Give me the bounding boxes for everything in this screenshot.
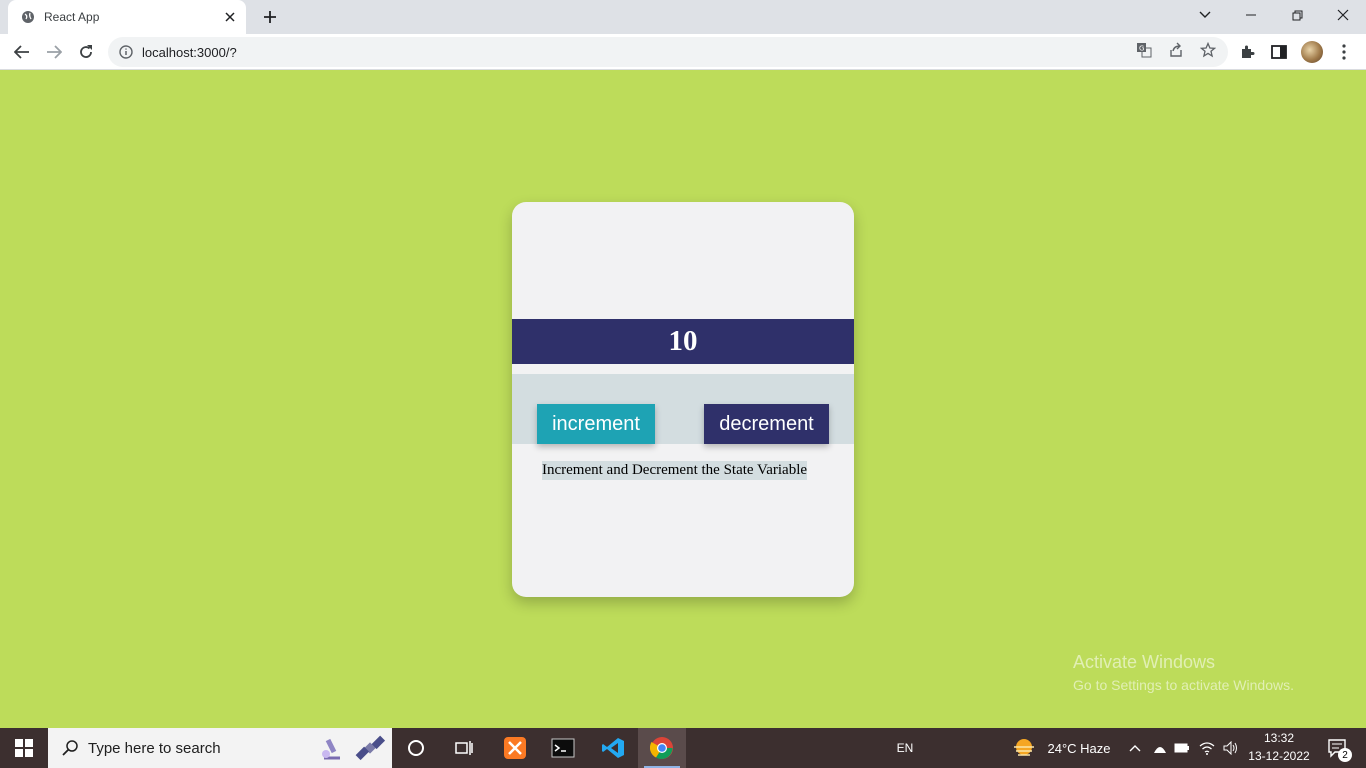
weather-haze-icon[interactable] bbox=[1010, 728, 1038, 768]
taskbar-search-box[interactable]: Type here to search bbox=[48, 728, 392, 768]
wifi-icon[interactable] bbox=[1196, 728, 1218, 768]
forward-button[interactable] bbox=[40, 38, 68, 66]
share-icon[interactable] bbox=[1167, 41, 1185, 59]
decrement-button[interactable]: decrement bbox=[704, 404, 829, 444]
terminal-icon[interactable] bbox=[540, 728, 586, 768]
search-icon bbox=[60, 738, 80, 758]
close-window-button[interactable] bbox=[1320, 0, 1366, 30]
address-bar[interactable]: localhost:3000/? bbox=[108, 37, 1228, 67]
browser-toolbar: localhost:3000/? G bbox=[0, 34, 1366, 70]
volume-icon[interactable] bbox=[1220, 728, 1242, 768]
new-tab-button[interactable] bbox=[258, 6, 282, 28]
close-tab-icon[interactable] bbox=[220, 7, 240, 27]
windows-taskbar: Type here to search EN 24°C Haze 13:32 1… bbox=[0, 728, 1366, 768]
tab-search-icon[interactable] bbox=[1182, 0, 1228, 30]
search-placeholder: Type here to search bbox=[88, 739, 221, 757]
profile-avatar[interactable] bbox=[1301, 41, 1323, 63]
browser-tabstrip: React App bbox=[0, 0, 1366, 34]
language-indicator[interactable]: EN bbox=[890, 728, 920, 768]
count-display: 10 bbox=[512, 319, 854, 364]
button-row: increment decrement bbox=[512, 374, 854, 444]
minimize-button[interactable] bbox=[1228, 0, 1274, 30]
svg-text:G: G bbox=[1139, 45, 1144, 53]
reload-button[interactable] bbox=[72, 38, 100, 66]
notification-center-icon[interactable]: 2 bbox=[1318, 728, 1358, 768]
watermark-title: Activate Windows bbox=[1073, 652, 1216, 672]
weather-text[interactable]: 24°C Haze bbox=[1042, 728, 1116, 768]
chevron-up-icon[interactable] bbox=[1126, 728, 1144, 768]
side-panel-icon[interactable] bbox=[1265, 38, 1293, 66]
watermark-subtitle: Go to Settings to activate Windows. bbox=[1073, 677, 1294, 693]
bookmark-star-icon[interactable] bbox=[1199, 41, 1217, 59]
clock-time: 13:32 bbox=[1263, 731, 1295, 745]
translate-icon[interactable]: G bbox=[1135, 41, 1153, 59]
chrome-taskbar-icon[interactable] bbox=[638, 728, 686, 768]
cortana-icon[interactable] bbox=[396, 728, 436, 768]
vscode-icon[interactable] bbox=[590, 728, 636, 768]
clock[interactable]: 13:32 13-12-2022 bbox=[1246, 731, 1312, 763]
more-menu-icon[interactable] bbox=[1330, 38, 1358, 66]
counter-card: 10 increment decrement Increment and Dec… bbox=[512, 202, 854, 597]
back-button[interactable] bbox=[8, 38, 36, 66]
xampp-icon[interactable] bbox=[492, 728, 538, 768]
caption-text: Increment and Decrement the State Variab… bbox=[542, 461, 808, 480]
info-icon[interactable] bbox=[118, 44, 134, 60]
globe-icon bbox=[20, 9, 36, 25]
activate-windows-watermark: Activate Windows Go to Settings to activ… bbox=[1073, 652, 1294, 693]
microscope-icon bbox=[314, 732, 346, 768]
notification-count-badge: 2 bbox=[1338, 748, 1352, 762]
battery-icon[interactable] bbox=[1172, 728, 1192, 768]
restore-button[interactable] bbox=[1274, 0, 1320, 30]
url-text: localhost:3000/? bbox=[142, 44, 237, 60]
tab-title: React App bbox=[44, 10, 100, 24]
meet-now-icon[interactable] bbox=[1150, 728, 1170, 768]
increment-button[interactable]: increment bbox=[537, 404, 655, 444]
task-view-icon[interactable] bbox=[444, 728, 484, 768]
count-value: 10 bbox=[668, 325, 698, 357]
browser-tab[interactable]: React App bbox=[8, 0, 246, 34]
start-windows-icon[interactable] bbox=[0, 728, 48, 768]
clock-date: 13-12-2022 bbox=[1248, 749, 1310, 763]
satellite-icon bbox=[352, 730, 388, 768]
extensions-icon[interactable] bbox=[1233, 38, 1261, 66]
